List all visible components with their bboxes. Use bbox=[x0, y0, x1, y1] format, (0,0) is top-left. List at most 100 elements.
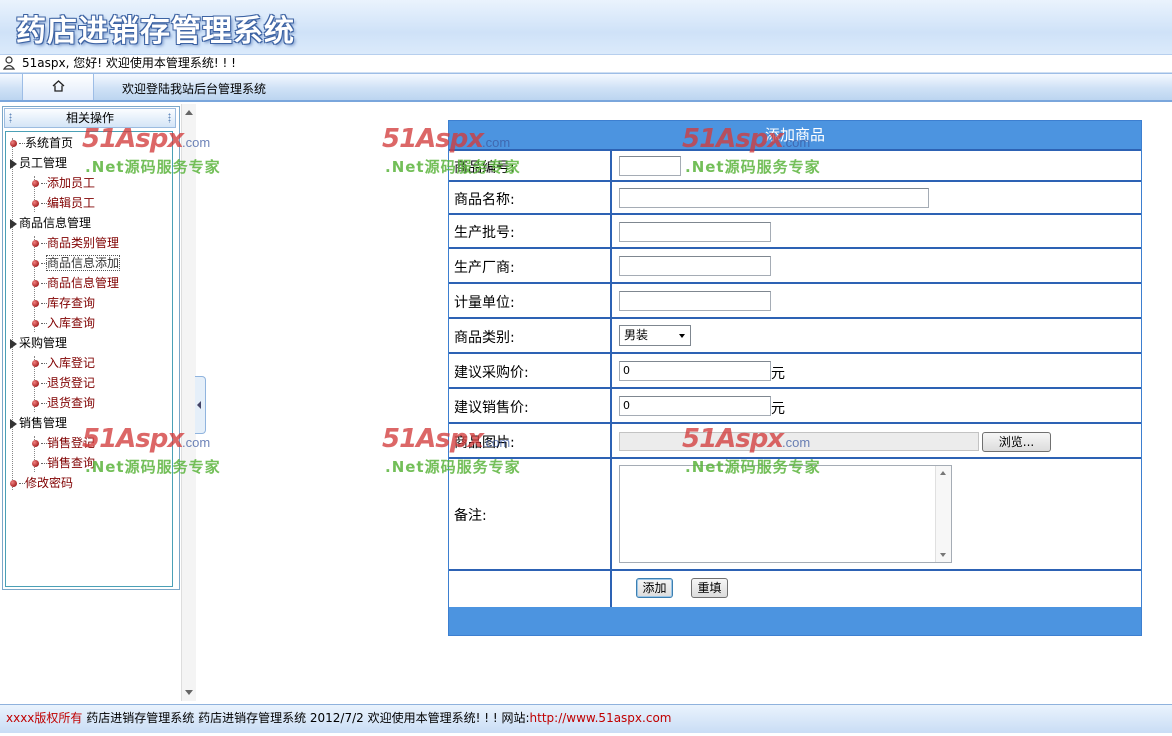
expand-triangle-icon bbox=[10, 218, 17, 229]
scroll-down-icon[interactable] bbox=[940, 553, 946, 557]
sidebar-group-purchase[interactable]: 采购管理 bbox=[10, 334, 67, 352]
buy-price-label: 建议采购价: bbox=[449, 354, 612, 389]
sidebar-item-stock-query[interactable]: 库存查询 bbox=[32, 294, 95, 312]
code-label: 商品编号: bbox=[449, 151, 612, 182]
scroll-up-icon[interactable] bbox=[940, 471, 946, 475]
sidebar-item-category-manage[interactable]: 商品类别管理 bbox=[32, 234, 119, 252]
footer-text: 药店进销存管理系统 药店进销存管理系统 2012/7/2 欢迎使用本管理系统! … bbox=[86, 711, 530, 725]
code-input[interactable] bbox=[619, 156, 681, 176]
node-bullet-icon bbox=[32, 400, 39, 407]
browse-button[interactable]: 浏览... bbox=[982, 432, 1051, 452]
unit-label: 计量单位: bbox=[449, 284, 612, 319]
maker-input[interactable] bbox=[619, 256, 771, 276]
sell-price-unit: 元 bbox=[771, 401, 785, 417]
remark-label: 备注: bbox=[449, 459, 612, 571]
sidebar-group-staff[interactable]: 员工管理 bbox=[10, 154, 67, 172]
sidebar-item-return-register[interactable]: 退货登记 bbox=[32, 374, 95, 392]
sidebar-item-inbound-query[interactable]: 入库查询 bbox=[32, 314, 95, 332]
reset-button[interactable]: 重填 bbox=[691, 578, 728, 598]
sell-price-input[interactable]: 0 bbox=[619, 396, 771, 416]
unit-input[interactable] bbox=[619, 291, 771, 311]
add-goods-form: 添加商品 商品编号: 商品名称: 生产批号: 生产厂商: 计量单位: 商品类别: bbox=[448, 120, 1142, 636]
image-label: 商品图片: bbox=[449, 424, 612, 459]
sidebar-item-sales-query[interactable]: 销售查询 bbox=[32, 454, 95, 472]
node-bullet-icon bbox=[32, 180, 39, 187]
grip-icon bbox=[9, 113, 12, 123]
app-header: 药店进销存管理系统 bbox=[0, 0, 1172, 55]
scroll-up-icon[interactable] bbox=[185, 110, 193, 115]
user-bar: 51aspx, 您好! 欢迎使用本管理系统! ! ! bbox=[0, 55, 1172, 73]
name-input[interactable] bbox=[619, 188, 929, 208]
form-row-actions: 添加 重填 bbox=[449, 569, 1141, 609]
user-icon bbox=[3, 56, 15, 70]
node-bullet-icon bbox=[32, 280, 39, 287]
sidebar-item-sales-register[interactable]: 销售登记 bbox=[32, 434, 95, 452]
form-row-remark: 备注: bbox=[449, 457, 1141, 571]
scroll-down-icon[interactable] bbox=[185, 690, 193, 695]
footer-website-link[interactable]: http://www.51aspx.com bbox=[530, 711, 672, 725]
buy-price-input[interactable]: 0 bbox=[619, 361, 771, 381]
node-bullet-icon bbox=[32, 460, 39, 467]
maker-label: 生产厂商: bbox=[449, 249, 612, 284]
sidebar-header: 相关操作 bbox=[4, 108, 176, 128]
buy-price-unit: 元 bbox=[771, 366, 785, 382]
node-bullet-icon bbox=[32, 440, 39, 447]
sidebar-group-goods[interactable]: 商品信息管理 bbox=[10, 214, 91, 232]
node-bullet-icon bbox=[32, 360, 39, 367]
footer-copyright: xxxx版权所有 bbox=[6, 711, 83, 725]
sidebar-item-inbound-register[interactable]: 入库登记 bbox=[32, 354, 95, 372]
node-bullet-icon bbox=[10, 140, 17, 147]
sidebar-tree: 系统首页 员工管理 添加员工 编辑员工 商品信息管理 商品类别管理 商品信息添加… bbox=[5, 131, 173, 587]
node-bullet-icon bbox=[32, 300, 39, 307]
sidebar-item-goods-manage[interactable]: 商品信息管理 bbox=[32, 274, 119, 292]
sidebar-scrollbar[interactable] bbox=[181, 104, 196, 701]
expand-triangle-icon bbox=[10, 418, 17, 429]
form-row-maker: 生产厂商: bbox=[449, 247, 1141, 284]
node-bullet-icon bbox=[32, 260, 39, 267]
form-row-unit: 计量单位: bbox=[449, 282, 1141, 319]
actions-label-cell bbox=[449, 571, 612, 607]
sidebar-item-goods-add[interactable]: 商品信息添加 bbox=[32, 254, 121, 272]
node-bullet-icon bbox=[10, 480, 17, 487]
chevron-down-icon bbox=[679, 334, 685, 338]
batch-label: 生产批号: bbox=[449, 215, 612, 249]
node-bullet-icon bbox=[32, 320, 39, 327]
form-row-code: 商品编号: bbox=[449, 149, 1141, 182]
name-label: 商品名称: bbox=[449, 182, 612, 215]
sidebar-item-home[interactable]: 系统首页 bbox=[10, 134, 73, 152]
sell-price-label: 建议销售价: bbox=[449, 389, 612, 424]
sidebar-item-return-query[interactable]: 退货查询 bbox=[32, 394, 95, 412]
sidebar-title: 相关操作 bbox=[65, 111, 114, 125]
app-title: 药店进销存管理系统 bbox=[16, 14, 295, 49]
batch-input[interactable] bbox=[619, 222, 771, 242]
image-file-input[interactable] bbox=[619, 432, 979, 451]
user-greeting: 51aspx, 您好! 欢迎使用本管理系统! ! ! bbox=[22, 56, 236, 70]
node-bullet-icon bbox=[32, 240, 39, 247]
form-row-name: 商品名称: bbox=[449, 180, 1141, 215]
remark-textarea[interactable] bbox=[619, 465, 952, 563]
form-row-sell-price: 建议销售价: 0 元 bbox=[449, 387, 1141, 424]
app-footer: xxxx版权所有 药店进销存管理系统 药店进销存管理系统 2012/7/2 欢迎… bbox=[0, 704, 1172, 733]
sidebar-item-add-staff[interactable]: 添加员工 bbox=[32, 174, 95, 192]
sidebar-item-change-password[interactable]: 修改密码 bbox=[10, 474, 73, 492]
chevron-left-icon bbox=[197, 401, 201, 409]
form-row-buy-price: 建议采购价: 0 元 bbox=[449, 352, 1141, 389]
form-row-batch: 生产批号: bbox=[449, 213, 1141, 249]
node-bullet-icon bbox=[32, 200, 39, 207]
sidebar-collapse-handle[interactable] bbox=[195, 376, 206, 434]
sidebar-item-edit-staff[interactable]: 编辑员工 bbox=[32, 194, 95, 212]
grip-icon bbox=[168, 113, 171, 123]
sidebar-group-sales[interactable]: 销售管理 bbox=[10, 414, 67, 432]
sidebar: 相关操作 系统首页 员工管理 添加员工 编辑员工 商品信息管理 商品类别管理 商… bbox=[2, 106, 180, 590]
add-button[interactable]: 添加 bbox=[636, 578, 673, 598]
category-select[interactable]: 男装 bbox=[619, 325, 691, 346]
nav-bar: 欢迎登陆我站后台管理系统 bbox=[0, 73, 1172, 102]
form-row-image: 商品图片: 浏览... bbox=[449, 422, 1141, 459]
textarea-scrollbar[interactable] bbox=[935, 466, 951, 562]
home-tab[interactable] bbox=[22, 74, 94, 100]
nav-welcome-text: 欢迎登陆我站后台管理系统 bbox=[122, 82, 267, 96]
form-footer-bar bbox=[449, 607, 1141, 635]
node-bullet-icon bbox=[32, 380, 39, 387]
home-icon bbox=[52, 80, 65, 92]
expand-triangle-icon bbox=[10, 158, 17, 169]
